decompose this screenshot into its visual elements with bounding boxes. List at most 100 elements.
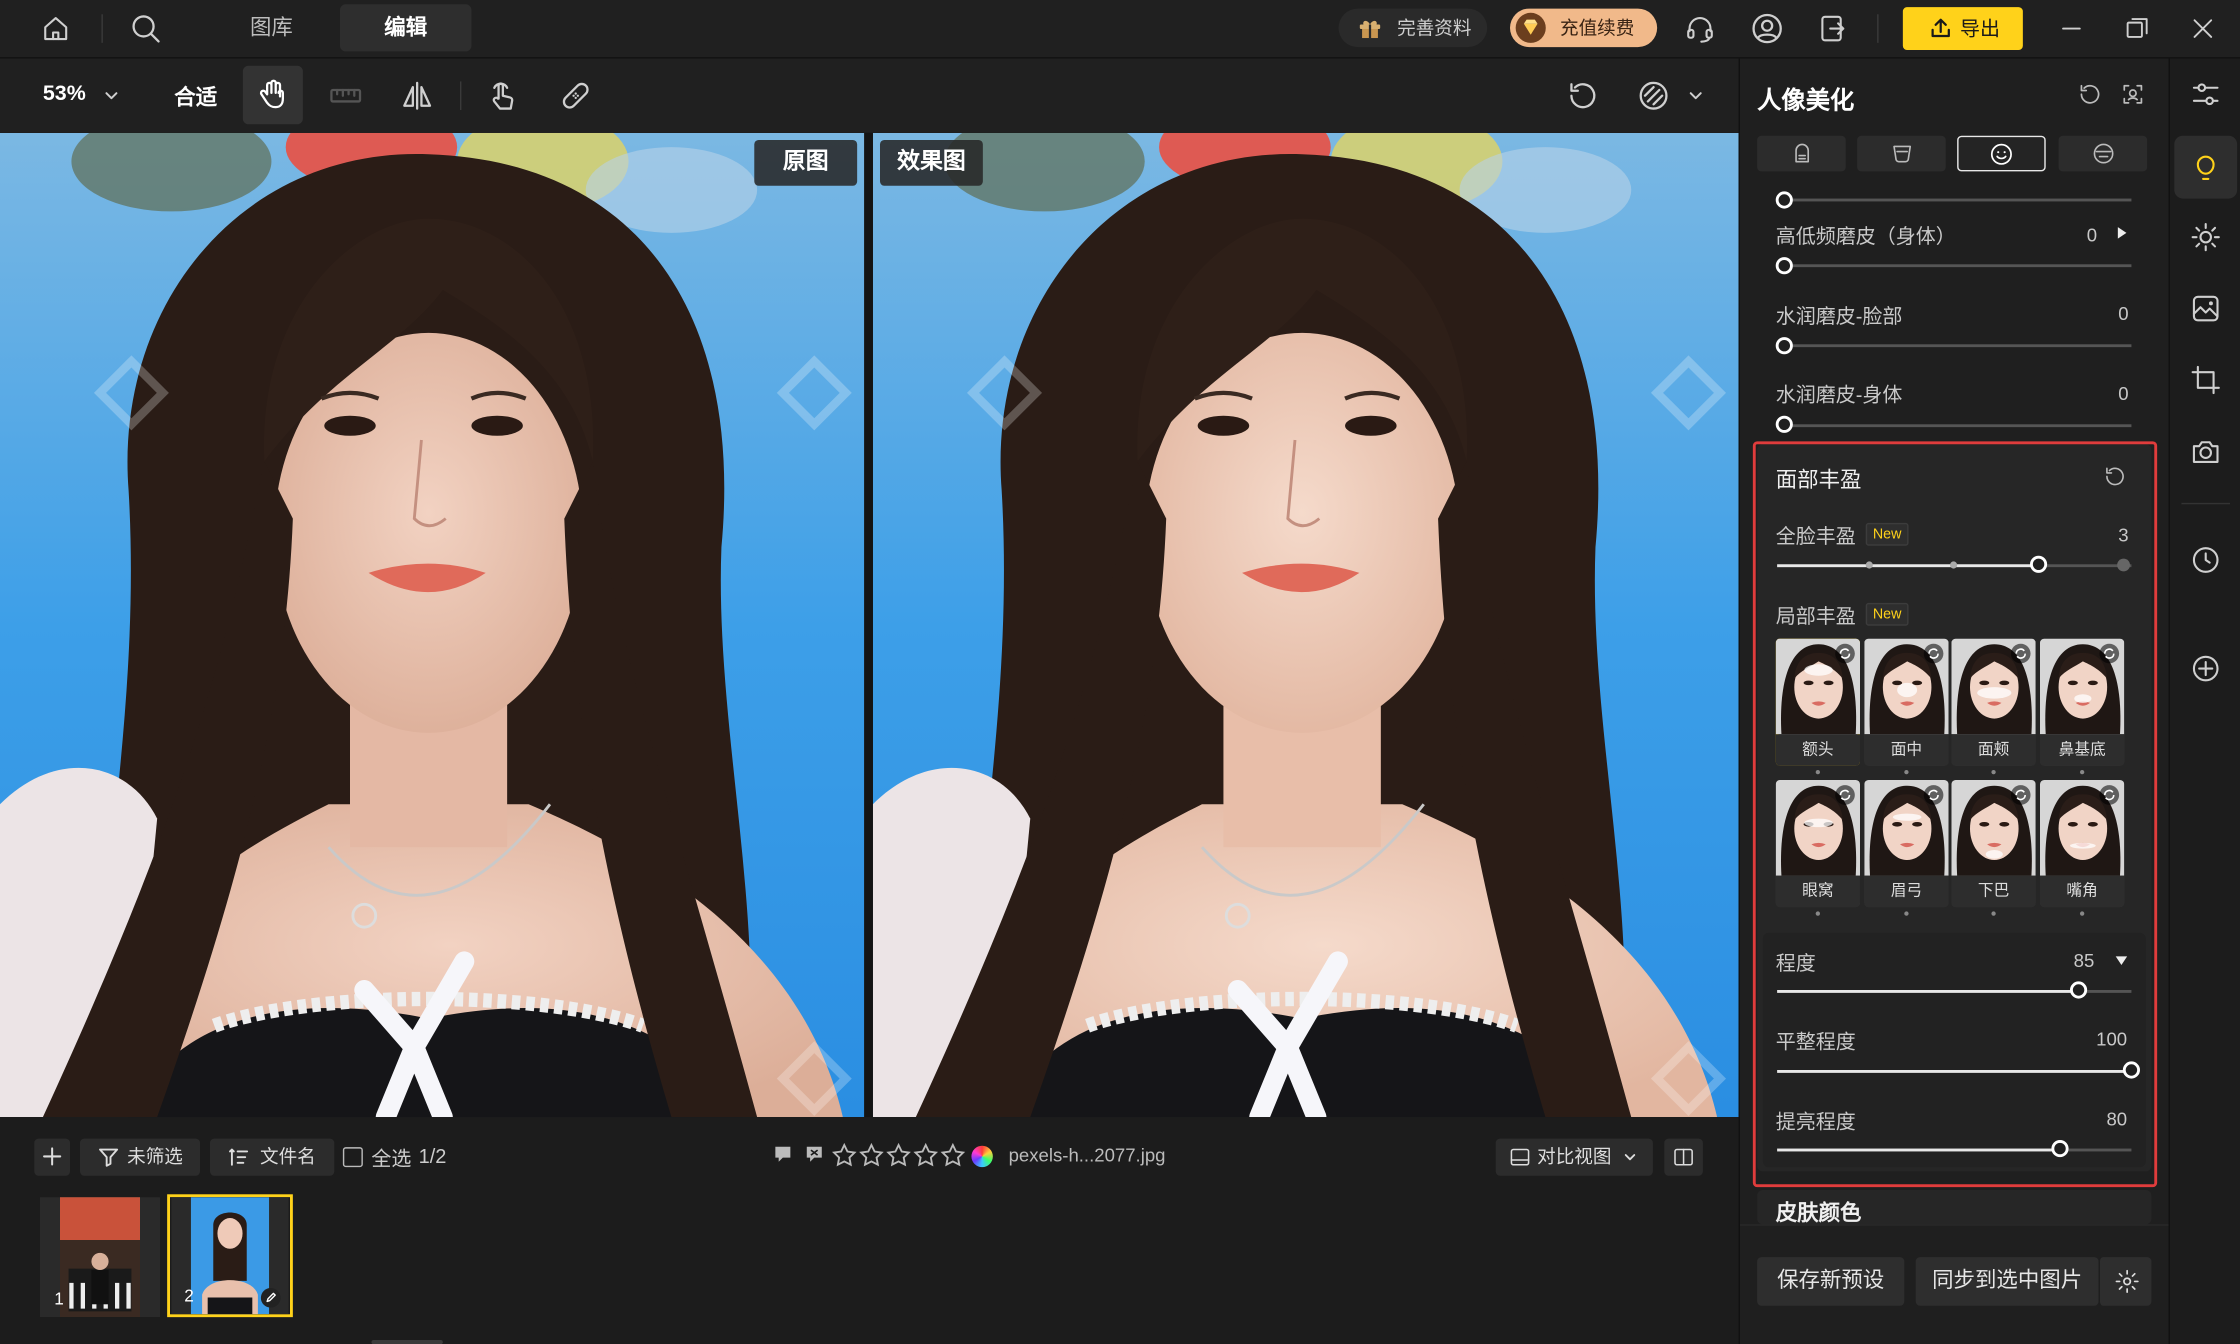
chevron-down-icon: [1621, 1149, 1638, 1166]
reject-flag-icon[interactable]: [804, 1144, 824, 1164]
edit-toolbar: 53% 合适: [0, 58, 1739, 133]
chevron-down-icon[interactable]: [1686, 86, 1706, 106]
sync-settings-button[interactable]: [2098, 1257, 2152, 1306]
effect-photo[interactable]: [872, 132, 1739, 1118]
save-preset-button[interactable]: 保存新预设: [1757, 1257, 1905, 1306]
face-outline-icon: [2091, 141, 2115, 165]
restore-icon[interactable]: [2123, 14, 2152, 43]
filter-label: 未筛选: [127, 1145, 183, 1168]
region-indicator: [2079, 911, 2085, 916]
sliders-icon[interactable]: [2190, 79, 2221, 110]
app-window: 图库 编辑 完善资料 充值续费 导出 53% 合适 原图 效果图 未筛选 文件名…: [0, 0, 2240, 1344]
refresh-icon: [1834, 643, 1855, 664]
smoothing-slider-knob[interactable]: [1775, 337, 1793, 355]
compare-view-dropdown[interactable]: 对比视图: [1495, 1138, 1653, 1176]
ruler-icon[interactable]: [327, 79, 364, 113]
degree-slider-knob[interactable]: [2069, 981, 2088, 999]
full-face-slider-knob[interactable]: [2029, 555, 2048, 573]
recharge-label: 充值续费: [1559, 17, 1635, 39]
slider-tick: [2117, 558, 2130, 572]
filter-button[interactable]: 未筛选: [79, 1138, 200, 1176]
select-all-checkbox[interactable]: [342, 1147, 363, 1168]
region-label: 鼻基底: [2039, 734, 2125, 766]
export-button[interactable]: 导出: [1902, 7, 2023, 50]
smoothing-label: 水润磨皮-身体: [1775, 382, 1903, 406]
region-tile[interactable]: 眉弓: [1864, 779, 1949, 908]
refresh-icon: [1923, 643, 1944, 664]
smoothing-value: 0: [2086, 224, 2098, 246]
chevron-down-icon[interactable]: [101, 86, 121, 106]
region-tile[interactable]: 下巴: [1951, 779, 2036, 908]
region-tile[interactable]: 鼻基底: [2039, 638, 2125, 766]
split-view-button[interactable]: [1664, 1138, 1703, 1176]
home-icon[interactable]: [40, 13, 71, 44]
smoothing-slider-knob[interactable]: [1775, 257, 1793, 275]
thumbnail-1[interactable]: 1: [39, 1197, 160, 1318]
caret-right-icon[interactable]: [2113, 224, 2130, 241]
brighten-label: 提亮程度: [1775, 1109, 1856, 1133]
flatness-slider-fill: [1777, 1069, 2132, 1073]
flatness-slider-knob[interactable]: [2122, 1061, 2140, 1079]
subtab-skin[interactable]: [1757, 135, 1846, 172]
complete-profile-button[interactable]: 完善资料: [1338, 8, 1488, 48]
region-tile[interactable]: 眼窝: [1775, 779, 1860, 908]
logout-icon[interactable]: [1817, 13, 1848, 44]
zoom-level[interactable]: 53%: [43, 81, 86, 105]
region-indicator: [1815, 769, 1820, 775]
caret-down-icon[interactable]: [2113, 951, 2130, 968]
thumbnail-2[interactable]: 2: [167, 1194, 293, 1318]
brightness-icon[interactable]: [2190, 221, 2221, 252]
search-icon[interactable]: [129, 11, 163, 45]
tab-edit[interactable]: 编辑: [339, 4, 472, 52]
reset-icon[interactable]: [2077, 81, 2103, 107]
skin-color-title[interactable]: 皮肤颜色: [1776, 1197, 1862, 1227]
user-avatar-icon[interactable]: [1750, 11, 1784, 45]
subtab-face[interactable]: [1957, 135, 2046, 172]
photo-adjust-icon[interactable]: [2190, 293, 2221, 324]
split-view-icon: [1671, 1146, 1695, 1169]
portrait-tool-button[interactable]: [2174, 135, 2238, 199]
brighten-slider-knob[interactable]: [2051, 1139, 2069, 1158]
star-rating[interactable]: [831, 1142, 967, 1169]
flip-icon[interactable]: [400, 79, 434, 113]
add-button[interactable]: [34, 1138, 70, 1176]
slider-track: [1777, 264, 2132, 268]
camera-icon[interactable]: [2190, 436, 2221, 467]
sync-selected-button[interactable]: 同步到选中图片: [1915, 1257, 2099, 1306]
bandage-icon[interactable]: [559, 79, 593, 113]
add-circle-icon[interactable]: [2190, 653, 2221, 684]
minimize-icon[interactable]: [2057, 14, 2086, 43]
region-tile[interactable]: 面颊: [1951, 638, 2036, 766]
color-label-picker[interactable]: [971, 1145, 993, 1168]
subtab-eyes[interactable]: [2058, 135, 2148, 172]
history-icon[interactable]: [2190, 544, 2221, 575]
thumbnail-index: 1: [54, 1288, 64, 1309]
close-icon[interactable]: [2189, 14, 2218, 43]
sort-button[interactable]: 文件名: [209, 1138, 335, 1176]
select-all-label[interactable]: 全选: [371, 1144, 411, 1173]
region-indicator: [1991, 769, 1996, 775]
smoothing-label: 高低频磨皮（身体）: [1775, 224, 1956, 248]
rotate-icon[interactable]: [1566, 79, 1600, 113]
flag-icon[interactable]: [773, 1144, 793, 1164]
touch-icon[interactable]: [486, 77, 520, 114]
mask-icon[interactable]: [1636, 79, 1672, 113]
crop-icon[interactable]: [2190, 364, 2221, 395]
region-tile[interactable]: 嘴角: [2039, 779, 2125, 908]
refresh-icon: [2099, 643, 2120, 664]
original-photo[interactable]: [0, 132, 865, 1118]
face-scan-icon[interactable]: [2120, 81, 2146, 107]
recharge-button[interactable]: 充值续费: [1509, 8, 1658, 48]
tab-library[interactable]: 图库: [214, 4, 328, 51]
headset-icon[interactable]: [1683, 13, 1717, 44]
region-tile[interactable]: 面中: [1864, 638, 1949, 766]
subtab-makeup[interactable]: [1857, 135, 1946, 172]
cup-icon: [1890, 141, 1914, 165]
region-tile[interactable]: 额头: [1775, 638, 1860, 766]
hand-tool-button[interactable]: [242, 65, 303, 125]
filmstrip-scrollbar[interactable]: [371, 1339, 443, 1344]
fit-button[interactable]: 合适: [174, 81, 217, 111]
slider-knob[interactable]: [1775, 191, 1793, 209]
reset-icon[interactable]: [2103, 464, 2127, 488]
smoothing-slider-knob[interactable]: [1775, 415, 1793, 433]
